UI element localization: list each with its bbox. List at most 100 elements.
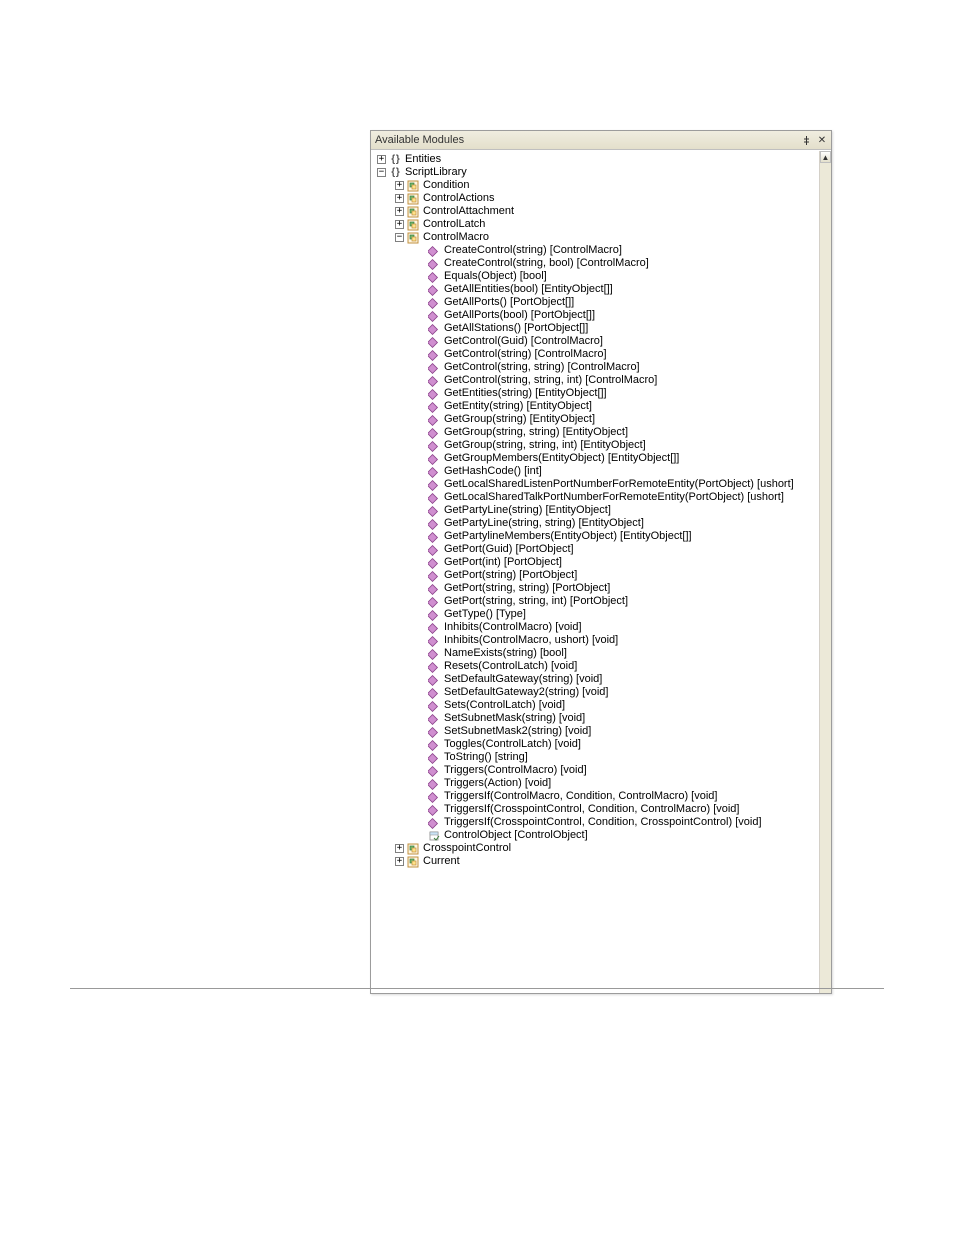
class-icon: [407, 843, 419, 855]
tree-node-method[interactable]: GetControl(string, string, int) [Control…: [373, 374, 831, 387]
node-label: GetEntity(string) [EntityObject]: [443, 400, 592, 413]
tree-node-controlmacro[interactable]: ControlMacro: [373, 231, 831, 244]
method-icon: [428, 739, 440, 751]
tree-node-method[interactable]: Inhibits(ControlMacro, ushort) [void]: [373, 634, 831, 647]
method-icon: [428, 297, 440, 309]
expand-icon[interactable]: [395, 207, 404, 216]
tree-node-method[interactable]: GetEntity(string) [EntityObject]: [373, 400, 831, 413]
tree-node-method[interactable]: GetAllEntities(bool) [EntityObject[]]: [373, 283, 831, 296]
tree-node-method[interactable]: GetEntities(string) [EntityObject[]]: [373, 387, 831, 400]
tree-node-method[interactable]: GetPort(string) [PortObject]: [373, 569, 831, 582]
tree-node-method[interactable]: SetSubnetMask2(string) [void]: [373, 725, 831, 738]
tree-node-method[interactable]: GetPartylineMembers(EntityObject) [Entit…: [373, 530, 831, 543]
tree-node-entities[interactable]: Entities: [373, 153, 831, 166]
tree-node-method[interactable]: TriggersIf(ControlMacro, Condition, Cont…: [373, 790, 831, 803]
method-icon: [428, 596, 440, 608]
tree-node-controlobject[interactable]: ControlObject [ControlObject]: [373, 829, 831, 842]
node-label: ControlAttachment: [422, 205, 514, 218]
expand-icon[interactable]: [395, 194, 404, 203]
node-label: TriggersIf(CrosspointControl, Condition,…: [443, 816, 762, 829]
expand-icon[interactable]: [395, 220, 404, 229]
module-tree[interactable]: Entities ScriptLibrary Condition: [371, 151, 831, 870]
method-icon: [428, 531, 440, 543]
method-icon: [428, 570, 440, 582]
tree-node-method[interactable]: Triggers(ControlMacro) [void]: [373, 764, 831, 777]
tree-node-controlactions[interactable]: ControlActions: [373, 192, 831, 205]
tree-node-method[interactable]: GetGroupMembers(EntityObject) [EntityObj…: [373, 452, 831, 465]
node-label: TriggersIf(ControlMacro, Condition, Cont…: [443, 790, 717, 803]
tree-node-current[interactable]: Current: [373, 855, 831, 868]
tree-node-method[interactable]: SetSubnetMask(string) [void]: [373, 712, 831, 725]
tree-node-method[interactable]: ToString() [string]: [373, 751, 831, 764]
tree-node-method[interactable]: GetControl(string) [ControlMacro]: [373, 348, 831, 361]
node-label: Condition: [422, 179, 469, 192]
tree-node-method[interactable]: Sets(ControlLatch) [void]: [373, 699, 831, 712]
method-icon: [428, 557, 440, 569]
tree-node-method[interactable]: GetControl(Guid) [ControlMacro]: [373, 335, 831, 348]
class-icon: [407, 219, 419, 231]
tree-node-method[interactable]: GetPort(string, string, int) [PortObject…: [373, 595, 831, 608]
tree-node-method[interactable]: GetLocalSharedListenPortNumberForRemoteE…: [373, 478, 831, 491]
tree-node-method[interactable]: Triggers(Action) [void]: [373, 777, 831, 790]
method-icon: [428, 713, 440, 725]
tree-node-method[interactable]: GetPartyLine(string) [EntityObject]: [373, 504, 831, 517]
tree-node-method[interactable]: GetAllPorts(bool) [PortObject[]]: [373, 309, 831, 322]
method-icon: [428, 817, 440, 829]
node-label: Triggers(Action) [void]: [443, 777, 551, 790]
collapse-icon[interactable]: [377, 168, 386, 177]
tree-node-method[interactable]: GetHashCode() [int]: [373, 465, 831, 478]
tree-node-method[interactable]: GetPartyLine(string, string) [EntityObje…: [373, 517, 831, 530]
tree-node-method[interactable]: GetAllPorts() [PortObject[]]: [373, 296, 831, 309]
tree-node-method[interactable]: GetGroup(string, string, int) [EntityObj…: [373, 439, 831, 452]
tree-node-condition[interactable]: Condition: [373, 179, 831, 192]
tree-node-controlattachment[interactable]: ControlAttachment: [373, 205, 831, 218]
method-icon: [428, 388, 440, 400]
tree-node-method[interactable]: SetDefaultGateway(string) [void]: [373, 673, 831, 686]
node-label: GetLocalSharedTalkPortNumberForRemoteEnt…: [443, 491, 784, 504]
close-icon[interactable]: ✕: [816, 134, 828, 146]
tree-node-method[interactable]: SetDefaultGateway2(string) [void]: [373, 686, 831, 699]
node-label: Inhibits(ControlMacro) [void]: [443, 621, 582, 634]
tree-node-method[interactable]: GetGroup(string, string) [EntityObject]: [373, 426, 831, 439]
expand-icon[interactable]: [377, 155, 386, 164]
tree-node-method[interactable]: GetPort(string, string) [PortObject]: [373, 582, 831, 595]
tree-node-method[interactable]: GetAllStations() [PortObject[]]: [373, 322, 831, 335]
tree-node-method[interactable]: Inhibits(ControlMacro) [void]: [373, 621, 831, 634]
tree-node-method[interactable]: GetGroup(string) [EntityObject]: [373, 413, 831, 426]
vertical-scrollbar[interactable]: ▲: [819, 151, 831, 993]
tree-node-method[interactable]: Toggles(ControlLatch) [void]: [373, 738, 831, 751]
node-label: GetAllStations() [PortObject[]]: [443, 322, 588, 335]
tree-node-method[interactable]: GetControl(string, string) [ControlMacro…: [373, 361, 831, 374]
tree-node-method[interactable]: CreateControl(string, bool) [ControlMacr…: [373, 257, 831, 270]
tree-node-method[interactable]: Equals(Object) [bool]: [373, 270, 831, 283]
method-icon: [428, 258, 440, 270]
scroll-up-button[interactable]: ▲: [820, 151, 831, 163]
tree-node-method[interactable]: TriggersIf(CrosspointControl, Condition,…: [373, 803, 831, 816]
expand-icon[interactable]: [395, 857, 404, 866]
tree-node-method[interactable]: GetLocalSharedTalkPortNumberForRemoteEnt…: [373, 491, 831, 504]
node-label: GetHashCode() [int]: [443, 465, 542, 478]
tree-node-method[interactable]: Resets(ControlLatch) [void]: [373, 660, 831, 673]
expand-icon[interactable]: [395, 844, 404, 853]
tree-node-controllatch[interactable]: ControlLatch: [373, 218, 831, 231]
tree-node-method[interactable]: GetPort(Guid) [PortObject]: [373, 543, 831, 556]
method-icon: [428, 635, 440, 647]
tree-node-method[interactable]: TriggersIf(CrosspointControl, Condition,…: [373, 816, 831, 829]
node-label: CrosspointControl: [422, 842, 511, 855]
tree-node-method[interactable]: GetPort(int) [PortObject]: [373, 556, 831, 569]
tree-node-method[interactable]: CreateControl(string) [ControlMacro]: [373, 244, 831, 257]
node-label: GetGroupMembers(EntityObject) [EntityObj…: [443, 452, 679, 465]
node-label: ControlMacro: [422, 231, 489, 244]
method-icon: [428, 310, 440, 322]
tree-node-method[interactable]: NameExists(string) [bool]: [373, 647, 831, 660]
tree-node-scriptlibrary[interactable]: ScriptLibrary: [373, 166, 831, 179]
available-modules-panel: Available Modules ✕ ▲ Entities: [370, 130, 832, 994]
node-label: Entities: [404, 153, 441, 166]
method-icon: [428, 401, 440, 413]
tree-node-method[interactable]: GetType() [Type]: [373, 608, 831, 621]
pin-icon[interactable]: [800, 134, 812, 146]
collapse-icon[interactable]: [395, 233, 404, 242]
node-label: Triggers(ControlMacro) [void]: [443, 764, 587, 777]
tree-node-crosspointcontrol[interactable]: CrosspointControl: [373, 842, 831, 855]
expand-icon[interactable]: [395, 181, 404, 190]
